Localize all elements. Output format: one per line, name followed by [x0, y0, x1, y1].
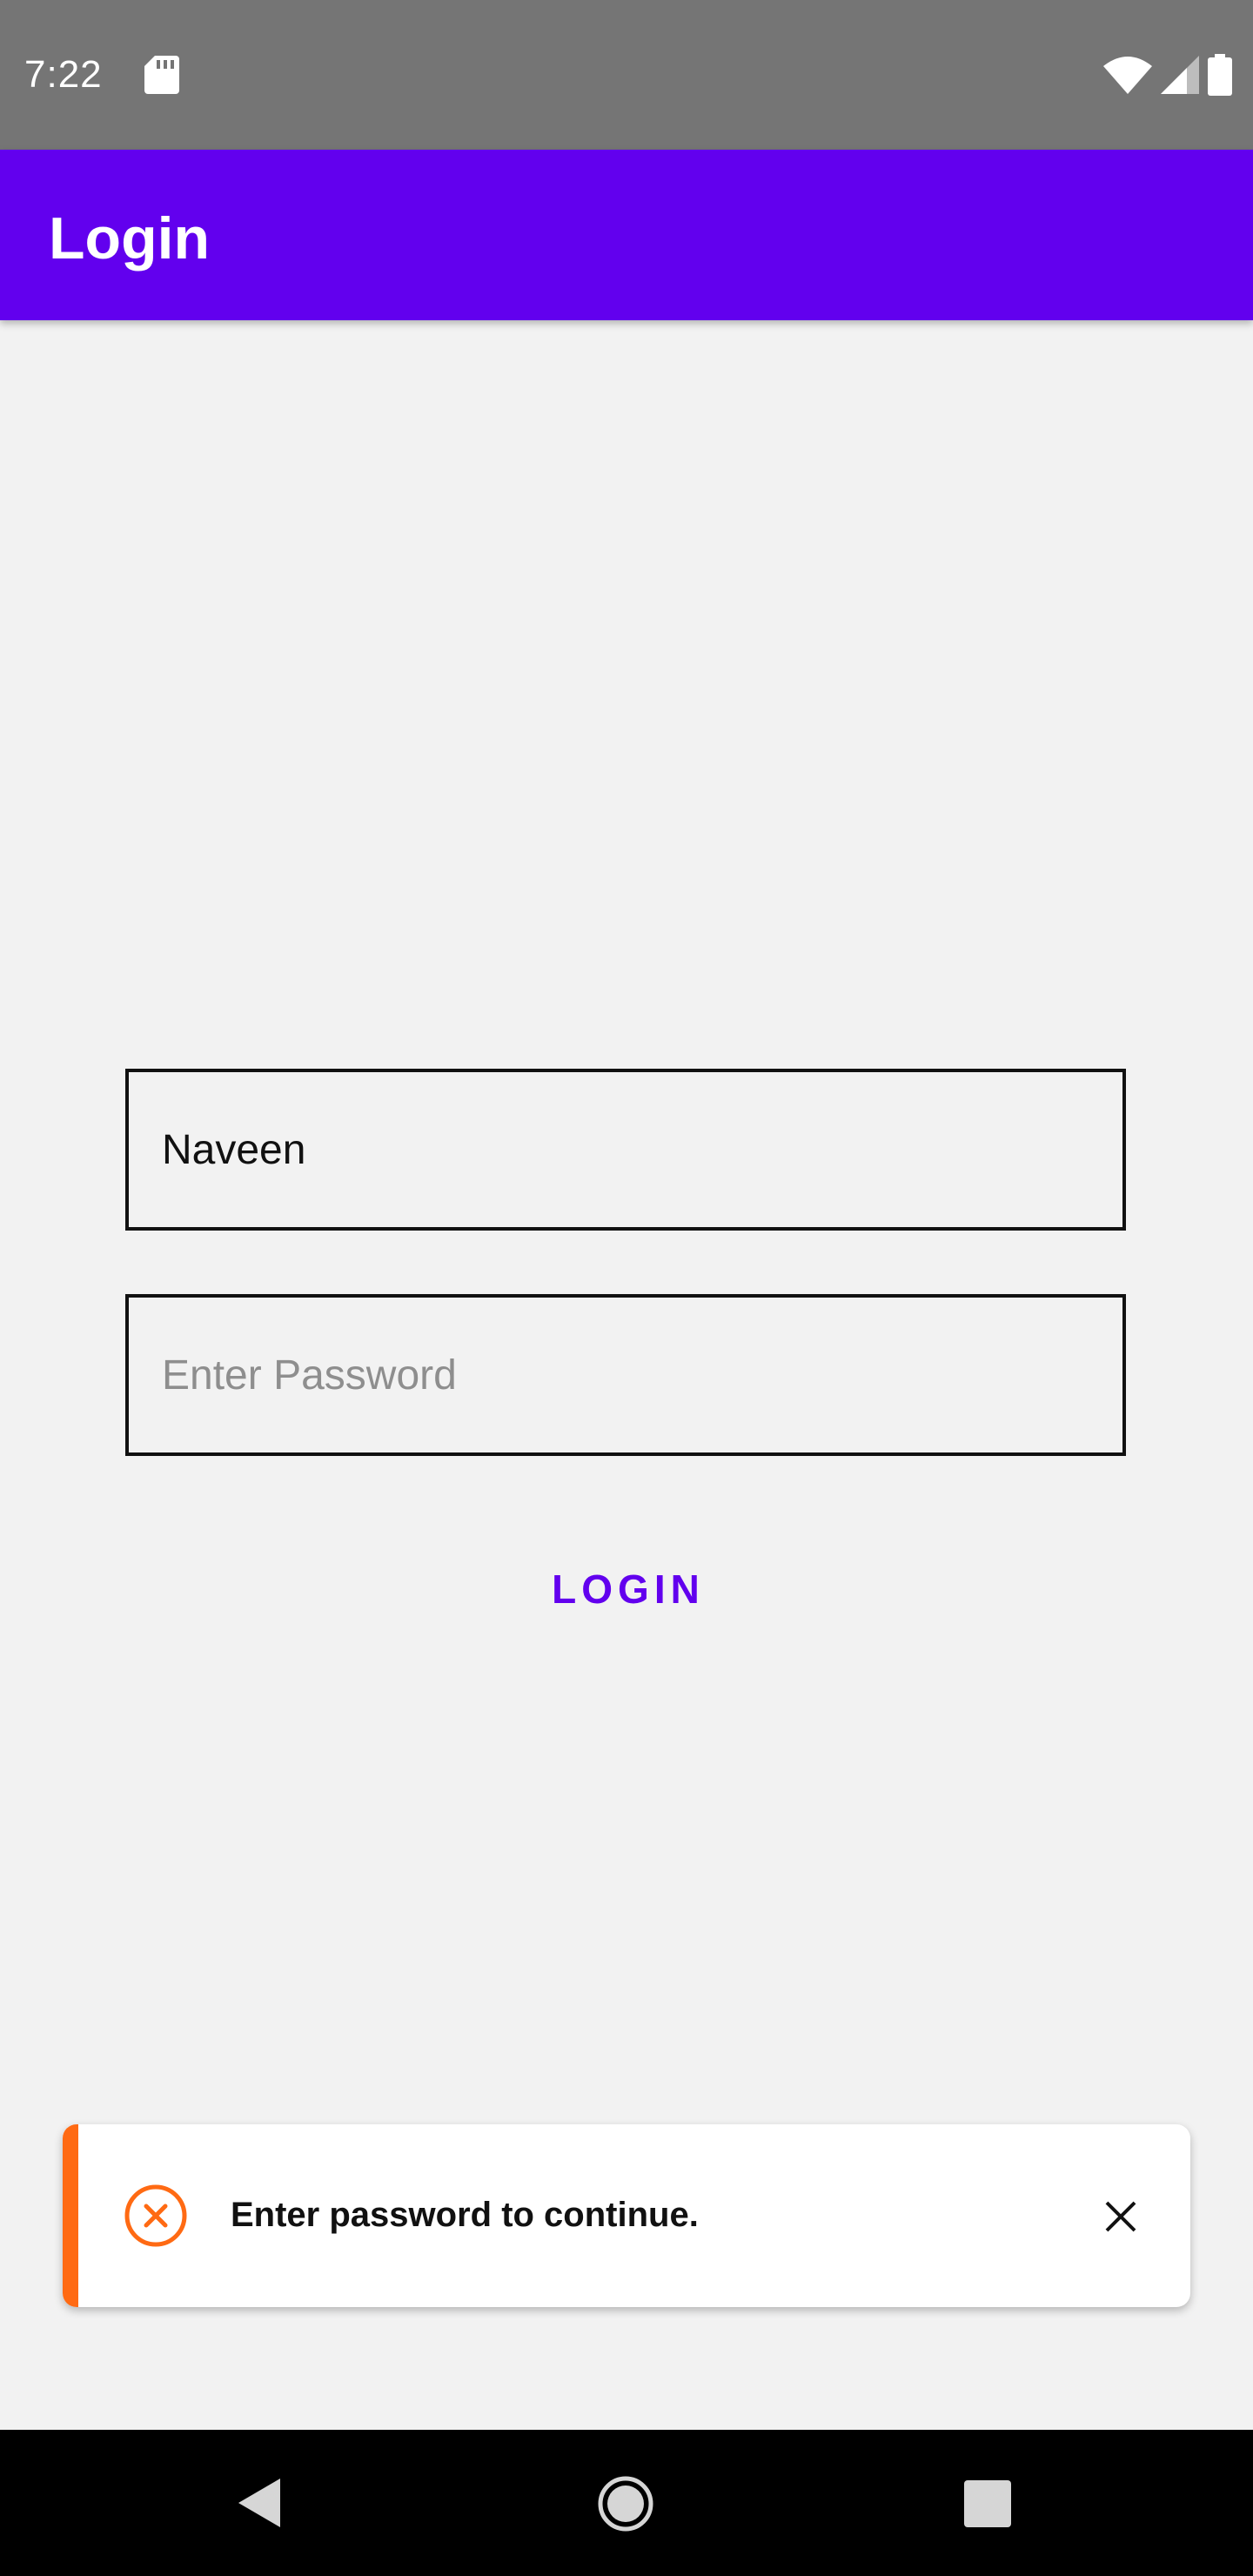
wifi-icon	[1103, 56, 1152, 98]
login-button[interactable]: LOGIN	[487, 1540, 769, 1638]
recents-icon[interactable]	[964, 2480, 1011, 2532]
battery-icon	[1208, 54, 1232, 100]
app-bar: Login	[0, 150, 1253, 320]
close-icon[interactable]	[1098, 2194, 1143, 2239]
page-title: Login	[49, 205, 211, 272]
error-toast: Enter password to continue.	[63, 2124, 1190, 2307]
username-input[interactable]	[162, 1072, 1084, 1227]
sd-card-icon	[144, 56, 179, 98]
error-circle-icon	[124, 2184, 188, 2248]
status-icons	[1103, 54, 1232, 100]
back-icon[interactable]	[235, 2475, 284, 2535]
password-field[interactable]	[125, 1294, 1126, 1456]
toast-accent-bar	[63, 2124, 78, 2307]
home-icon[interactable]	[597, 2475, 654, 2537]
status-bar: 7:22	[0, 0, 1253, 150]
navigation-bar	[0, 2430, 1253, 2576]
signal-icon	[1161, 56, 1199, 98]
username-field[interactable]	[125, 1069, 1126, 1231]
status-time: 7:22	[24, 53, 103, 96]
toast-message: Enter password to continue.	[231, 2196, 699, 2234]
password-input[interactable]	[162, 1298, 1084, 1452]
